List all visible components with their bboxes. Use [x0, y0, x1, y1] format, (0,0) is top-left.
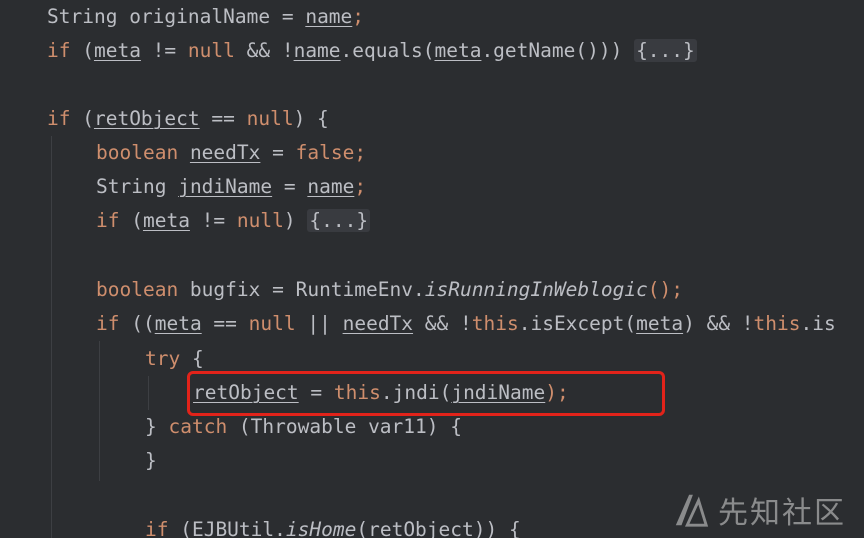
- watermark-text: 先知社区: [718, 496, 846, 531]
- code-line-12[interactable]: }: [145, 444, 157, 478]
- code-line-8[interactable]: if ((meta == null || needTx && !this.isE…: [96, 307, 836, 341]
- highlight-annotation-box: [187, 371, 665, 416]
- xianzhi-logo-icon: [675, 494, 709, 527]
- indent-guide: [51, 136, 52, 538]
- code-line-7[interactable]: boolean bugfix = RuntimeEnv.isRunningInW…: [96, 273, 683, 307]
- indent-guide: [99, 341, 100, 481]
- code-line-4[interactable]: boolean needTx = false;: [96, 136, 366, 170]
- code-line-5[interactable]: String jndiName = name;: [96, 170, 366, 204]
- indent-guide: [148, 376, 149, 410]
- code-line-13[interactable]: if (EJBUtil.isHome(retObject)) {: [145, 513, 521, 538]
- watermark: 先知社区: [672, 488, 846, 532]
- code-line-6[interactable]: if (meta != null) {...}: [96, 204, 371, 238]
- folded-code-block[interactable]: {...}: [634, 39, 697, 62]
- code-line-3[interactable]: if (retObject == null) {: [47, 102, 329, 136]
- code-line-1[interactable]: String originalName = name;: [47, 0, 364, 34]
- code-line-2[interactable]: if (meta != null && !name.equals(meta.ge…: [47, 34, 697, 68]
- folded-code-block[interactable]: {...}: [307, 209, 371, 232]
- code-editor[interactable]: String originalName = name; if (meta != …: [0, 0, 864, 538]
